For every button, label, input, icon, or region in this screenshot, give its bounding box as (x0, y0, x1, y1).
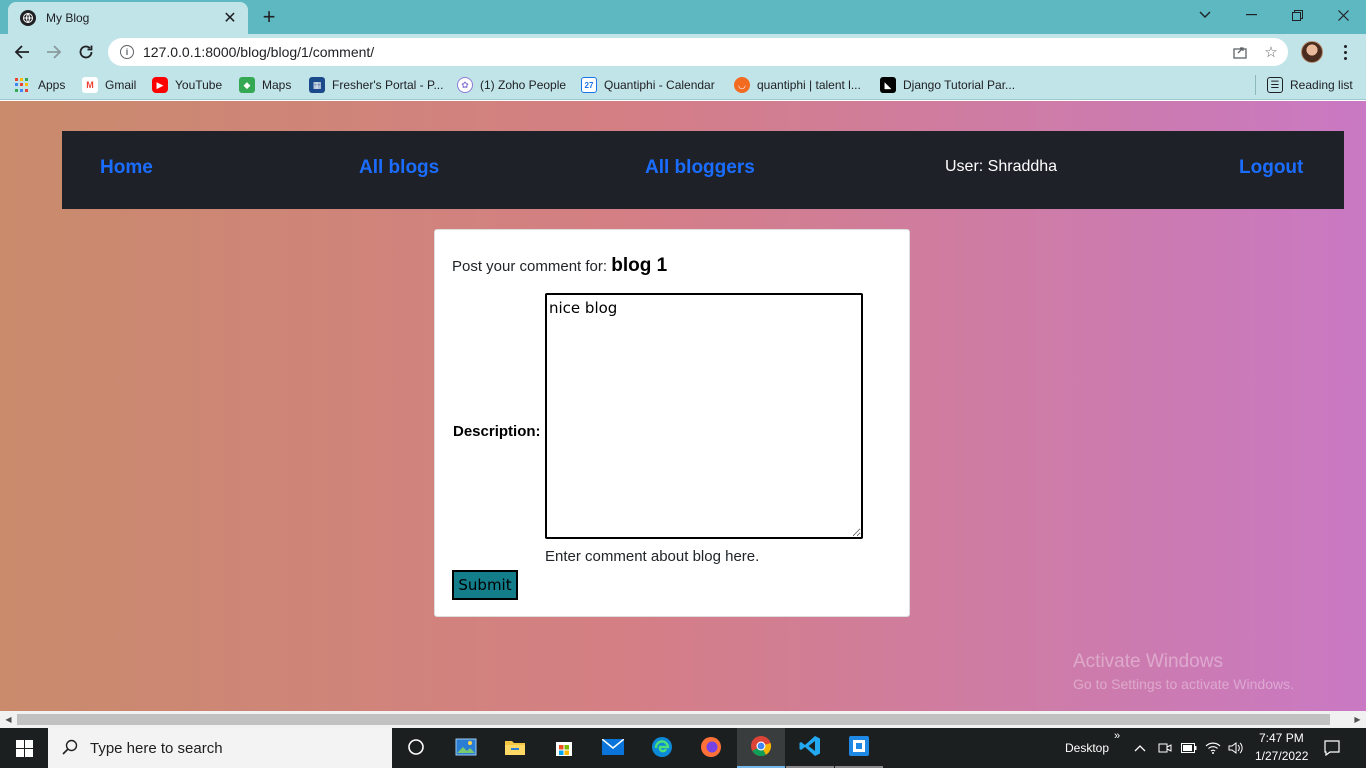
store-icon (554, 737, 574, 760)
chevron-up-icon[interactable] (1132, 740, 1148, 756)
folder-icon (504, 738, 526, 759)
taskbar-store[interactable] (540, 728, 588, 768)
battery-icon[interactable] (1181, 740, 1197, 756)
windows-taskbar: Type here to search Desktop » 7:47 PM 1/… (0, 728, 1366, 768)
windows-logo-icon (15, 739, 33, 757)
talent-icon: ◡ (734, 77, 750, 93)
submit-button[interactable]: Submit (452, 570, 518, 600)
scrollbar-thumb[interactable] (17, 714, 1330, 725)
taskbar-vscode[interactable] (786, 728, 834, 768)
bookmark-quantiphi-calendar[interactable]: 27 Quantiphi - Calendar (581, 76, 715, 94)
meet-now-icon[interactable] (1157, 740, 1173, 756)
apps-grid-icon (15, 78, 29, 92)
browser-toolbar: i 127.0.0.1:8000/blog/blog/1/comment/ ☆ (0, 34, 1366, 70)
bookmark-maps[interactable]: ◆ Maps (239, 76, 291, 94)
horizontal-scrollbar[interactable]: ◀ ▶ (0, 711, 1366, 728)
reading-list-icon: ☰ (1267, 77, 1283, 93)
taskbar-photos[interactable] (442, 728, 490, 768)
wifi-icon[interactable] (1205, 740, 1221, 756)
search-placeholder: Type here to search (90, 739, 223, 757)
scroll-left-arrow-icon[interactable]: ◀ (0, 711, 17, 728)
mail-icon (601, 737, 625, 758)
toolbar-expand-icon[interactable]: » (1114, 730, 1120, 742)
taskbar-firefox[interactable] (687, 728, 735, 768)
task-view-icon (407, 738, 425, 759)
bookmark-quantiphi-talent[interactable]: ◡ quantiphi | talent l... (734, 76, 861, 94)
youtube-icon: ▶ (152, 77, 168, 93)
clock-time[interactable]: 7:47 PM (1259, 731, 1304, 745)
nav-home-link[interactable]: Home (100, 157, 153, 179)
bookmarks-divider (1255, 75, 1256, 95)
gmail-icon: M (82, 77, 98, 93)
terminal-icon (848, 735, 870, 760)
site-info-icon[interactable]: i (120, 45, 134, 59)
minimize-button[interactable] (1228, 0, 1274, 30)
zoho-icon: ✿ (457, 77, 473, 93)
comment-form-card: Post your comment for: blog 1 Descriptio… (434, 229, 910, 617)
reload-button[interactable] (72, 38, 100, 66)
bookmark-star-icon[interactable]: ☆ (1263, 44, 1279, 61)
page-content: Home All blogs All bloggers User: Shradd… (0, 101, 1366, 711)
edge-icon (651, 736, 673, 761)
photos-icon (455, 738, 477, 759)
desktop-toolbar-label[interactable]: Desktop (1065, 741, 1109, 755)
globe-icon (20, 10, 36, 26)
bookmark-gmail[interactable]: M Gmail (82, 76, 136, 94)
taskbar-edge[interactable] (638, 728, 686, 768)
current-user-label: User: Shraddha (945, 158, 1058, 175)
taskbar-search-box[interactable]: Type here to search (48, 728, 392, 768)
tab-my-blog[interactable]: My Blog ✕ (8, 2, 248, 34)
description-textarea[interactable]: nice blog (545, 293, 863, 539)
bookmark-zoho-people[interactable]: ✿ (1) Zoho People (457, 76, 566, 94)
vscode-icon (799, 735, 821, 760)
url-text: 127.0.0.1:8000/blog/blog/1/comment/ (143, 44, 375, 60)
tab-title: My Blog (46, 11, 90, 25)
forward-button[interactable] (40, 38, 68, 66)
close-window-button[interactable] (1320, 0, 1366, 30)
restore-button[interactable] (1274, 0, 1320, 30)
bookmark-freshers-portal[interactable]: ▦ Fresher's Portal - P... (309, 76, 443, 94)
start-button[interactable] (0, 728, 48, 768)
reading-list-button[interactable]: ☰ Reading list (1267, 76, 1353, 94)
nav-all-bloggers-link[interactable]: All bloggers (645, 157, 755, 179)
menu-kebab-icon[interactable] (1336, 42, 1354, 62)
calendar-icon: 27 (581, 77, 597, 93)
tab-search-button[interactable] (1182, 0, 1228, 30)
bookmark-youtube[interactable]: ▶ YouTube (152, 76, 222, 94)
bookmark-apps[interactable]: Apps (15, 76, 65, 94)
notifications-icon[interactable] (1324, 740, 1340, 756)
profile-avatar[interactable] (1301, 41, 1323, 63)
back-button[interactable] (8, 38, 36, 66)
close-icon[interactable]: ✕ (222, 10, 238, 27)
taskbar-chrome[interactable] (737, 728, 785, 768)
bookmark-django-tutorial[interactable]: ◣ Django Tutorial Par... (880, 76, 1015, 94)
volume-icon[interactable] (1228, 740, 1244, 756)
description-label: Description: (453, 423, 541, 440)
django-icon: ◣ (880, 77, 896, 93)
activate-windows-watermark: Activate Windows Go to Settings to activ… (1073, 651, 1294, 692)
bookmarks-bar: Apps M Gmail ▶ YouTube ◆ Maps ▦ Fresher'… (0, 70, 1366, 100)
new-tab-button[interactable]: + (256, 4, 282, 29)
task-view-button[interactable] (392, 728, 440, 768)
clock-date[interactable]: 1/27/2022 (1255, 749, 1308, 763)
portal-icon: ▦ (309, 77, 325, 93)
description-help-text: Enter comment about blog here. (545, 548, 760, 565)
tab-strip: My Blog ✕ + (0, 0, 1366, 34)
firefox-icon (700, 736, 722, 761)
taskbar-mail[interactable] (589, 728, 637, 768)
share-icon[interactable] (1232, 44, 1248, 60)
post-comment-label: Post your comment for: (452, 258, 608, 275)
address-bar[interactable]: i 127.0.0.1:8000/blog/blog/1/comment/ ☆ (108, 38, 1288, 66)
nav-all-blogs-link[interactable]: All blogs (359, 157, 439, 179)
site-navbar: Home All blogs All bloggers User: Shradd… (62, 131, 1344, 209)
post-comment-heading: Post your comment for: blog 1 (452, 255, 667, 277)
taskbar-file-explorer[interactable] (491, 728, 539, 768)
chrome-icon (750, 735, 772, 760)
blog-title: blog 1 (611, 255, 668, 276)
taskbar-terminal[interactable] (835, 728, 883, 768)
maps-icon: ◆ (239, 77, 255, 93)
scroll-right-arrow-icon[interactable]: ▶ (1349, 711, 1366, 728)
nav-logout-link[interactable]: Logout (1239, 157, 1303, 179)
search-icon (62, 739, 78, 758)
